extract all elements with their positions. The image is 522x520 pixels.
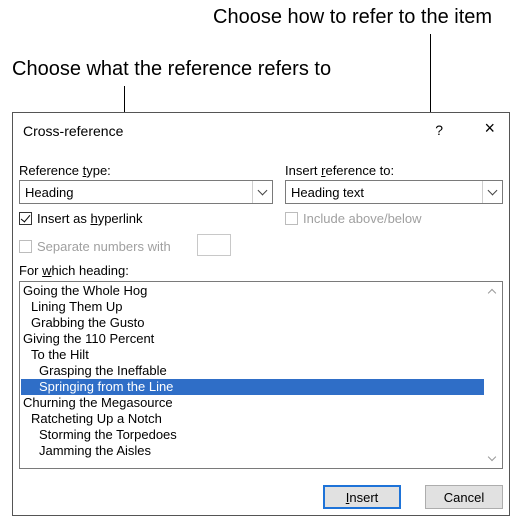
callout-refer-to: Choose how to refer to the item bbox=[213, 6, 493, 28]
insert-reference-to-label: Insert reference to: bbox=[285, 163, 395, 178]
separator-input[interactable] bbox=[197, 234, 231, 256]
heading-list-item[interactable]: Grasping the Ineffable bbox=[21, 363, 484, 379]
for-which-heading-label: For which heading: bbox=[19, 263, 129, 278]
checkmark-icon bbox=[20, 212, 31, 223]
separate-numbers-checkbox[interactable] bbox=[19, 240, 32, 253]
scroll-down-icon[interactable] bbox=[487, 452, 497, 462]
scroll-up-icon[interactable] bbox=[487, 288, 497, 298]
dialog-title: Cross-reference bbox=[23, 123, 124, 139]
scrollbar[interactable] bbox=[484, 282, 502, 468]
chevron-down-icon[interactable] bbox=[252, 181, 272, 203]
cross-reference-dialog: Cross-reference ? × Reference type: Head… bbox=[12, 112, 510, 516]
insert-button[interactable]: Insert bbox=[323, 485, 401, 509]
insert-as-hyperlink-label[interactable]: Insert as hyperlink bbox=[37, 211, 143, 226]
include-above-below-label: Include above/below bbox=[303, 211, 422, 226]
heading-list-item[interactable]: Storming the Torpedoes bbox=[21, 427, 484, 443]
include-above-below-checkbox[interactable] bbox=[285, 212, 298, 225]
heading-list-item[interactable]: Jamming the Aisles bbox=[21, 443, 484, 459]
reference-type-value: Heading bbox=[25, 185, 74, 200]
heading-list-item[interactable]: Lining Them Up bbox=[21, 299, 484, 315]
heading-list-item[interactable]: Churning the Megasource bbox=[21, 395, 484, 411]
heading-list: Going the Whole Hog Lining Them Up Grabbin… bbox=[21, 283, 484, 459]
heading-listbox[interactable]: Going the Whole Hog Lining Them Up Grabbin… bbox=[19, 281, 503, 469]
insert-reference-to-select[interactable]: Heading text bbox=[285, 180, 503, 204]
heading-list-item[interactable]: Ratcheting Up a Notch bbox=[21, 411, 484, 427]
separate-numbers-label: Separate numbers with bbox=[37, 239, 171, 254]
heading-list-item[interactable]: To the Hilt bbox=[21, 347, 484, 363]
heading-list-item[interactable]: Giving the 110 Percent bbox=[21, 331, 484, 347]
heading-list-item[interactable]: Going the Whole Hog bbox=[21, 283, 484, 299]
reference-type-select[interactable]: Heading bbox=[19, 180, 273, 204]
heading-list-item[interactable]: Springing from the Line bbox=[21, 379, 484, 395]
help-button[interactable]: ? bbox=[435, 122, 443, 138]
insert-as-hyperlink-checkbox[interactable] bbox=[19, 212, 32, 225]
chevron-down-icon[interactable] bbox=[482, 181, 502, 203]
close-icon[interactable]: × bbox=[484, 118, 495, 139]
heading-list-item[interactable]: Grabbing the Gusto bbox=[21, 315, 484, 331]
callout-refers-to: Choose what the reference refers to bbox=[12, 58, 332, 80]
insert-reference-to-value: Heading text bbox=[291, 185, 364, 200]
reference-type-label: Reference type: bbox=[19, 163, 111, 178]
cancel-button[interactable]: Cancel bbox=[425, 485, 503, 509]
